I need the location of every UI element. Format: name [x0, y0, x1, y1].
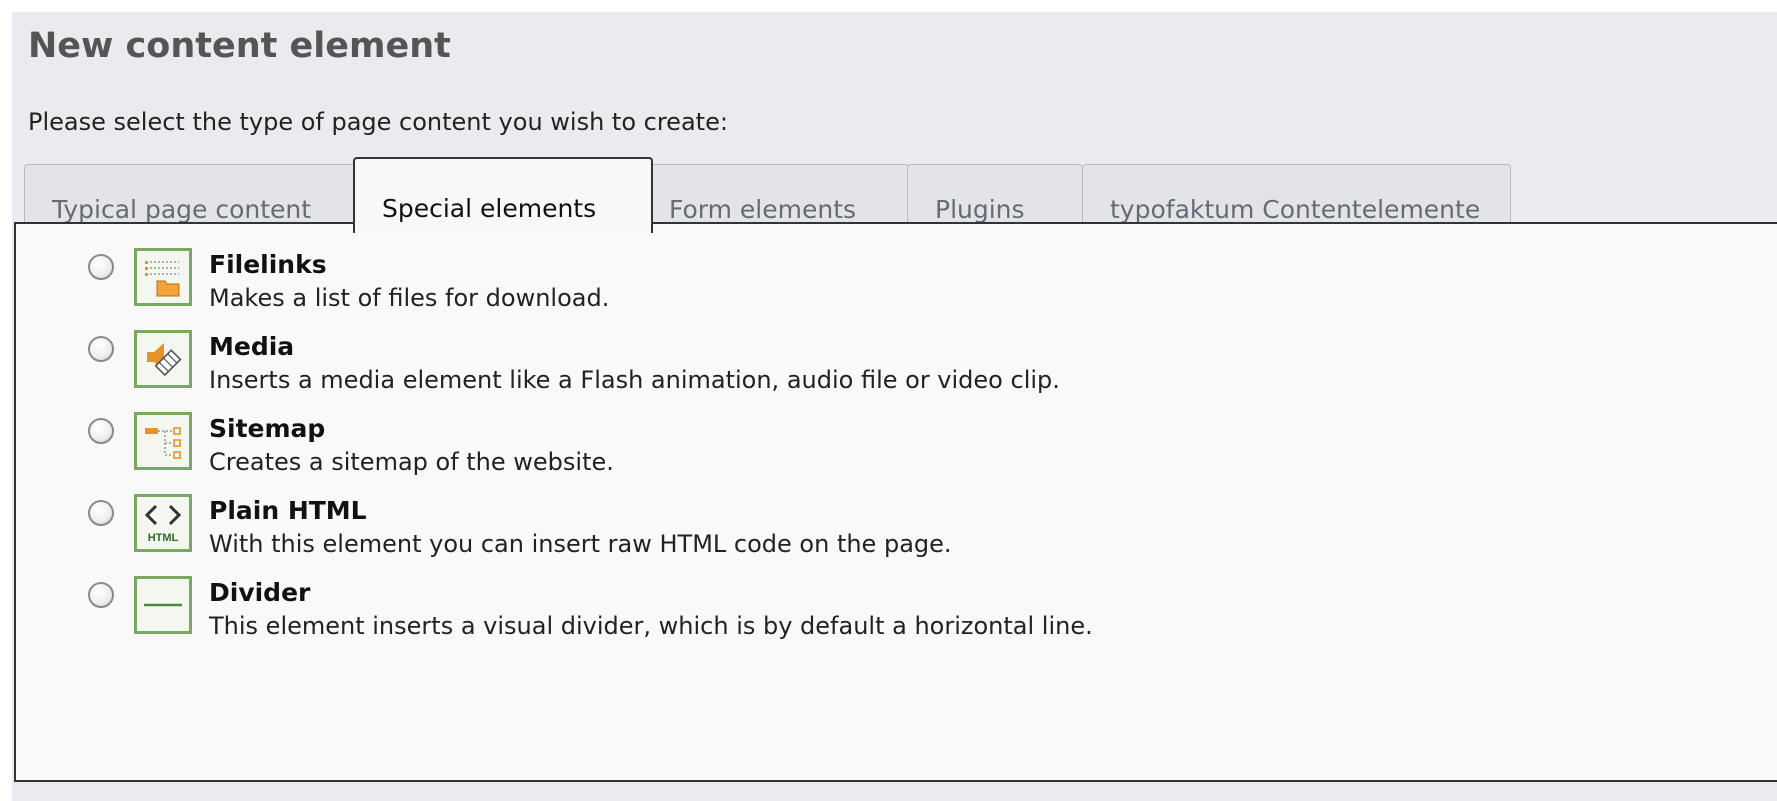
- media-radio[interactable]: [88, 336, 114, 362]
- tab-special-elements[interactable]: Special elements: [353, 157, 653, 233]
- list-item-media: Media Inserts a media element like a Fla…: [16, 330, 1216, 416]
- filelinks-icon[interactable]: [134, 248, 192, 306]
- divider-icon[interactable]: [134, 576, 192, 634]
- media-label[interactable]: Media: [209, 332, 294, 361]
- filelinks-radio[interactable]: [88, 254, 114, 280]
- divider-description: This element inserts a visual divider, w…: [209, 612, 1093, 640]
- plain-html-icon-text: HTML: [148, 532, 179, 544]
- list-item-divider: Divider This element inserts a visual di…: [16, 576, 1216, 662]
- sitemap-radio[interactable]: [88, 418, 114, 444]
- tab-panel-special-elements: Filelinks Makes a list of files for down…: [14, 222, 1777, 782]
- page-title: New content element: [28, 26, 451, 66]
- list-item-sitemap: Sitemap Creates a sitemap of the website…: [16, 412, 1216, 498]
- filelinks-label[interactable]: Filelinks: [209, 250, 327, 279]
- plain-html-description: With this element you can insert raw HTM…: [209, 530, 952, 558]
- sitemap-label[interactable]: Sitemap: [209, 414, 325, 443]
- plain-html-radio[interactable]: [88, 500, 114, 526]
- filelinks-description: Makes a list of files for download.: [209, 284, 610, 312]
- plain-html-label[interactable]: Plain HTML: [209, 496, 367, 525]
- media-icon[interactable]: [134, 330, 192, 388]
- tab-label: Special elements: [382, 194, 597, 223]
- divider-label[interactable]: Divider: [209, 578, 310, 607]
- plain-html-icon[interactable]: HTML: [134, 494, 192, 552]
- divider-radio[interactable]: [88, 582, 114, 608]
- page-subtitle: Please select the type of page content y…: [28, 108, 728, 136]
- list-item-plain-html: HTML Plain HTML With this element you ca…: [16, 494, 1216, 580]
- sitemap-description: Creates a sitemap of the website.: [209, 448, 614, 476]
- media-description: Inserts a media element like a Flash ani…: [209, 366, 1060, 394]
- sitemap-icon[interactable]: [134, 412, 192, 470]
- tab-label: typofaktum Contentelemente: [1110, 195, 1481, 224]
- tab-label: Form elements: [669, 195, 857, 224]
- list-item-filelinks: Filelinks Makes a list of files for down…: [16, 248, 1216, 334]
- tab-label: Plugins: [935, 195, 1025, 224]
- tab-label: Typical page content: [52, 195, 312, 224]
